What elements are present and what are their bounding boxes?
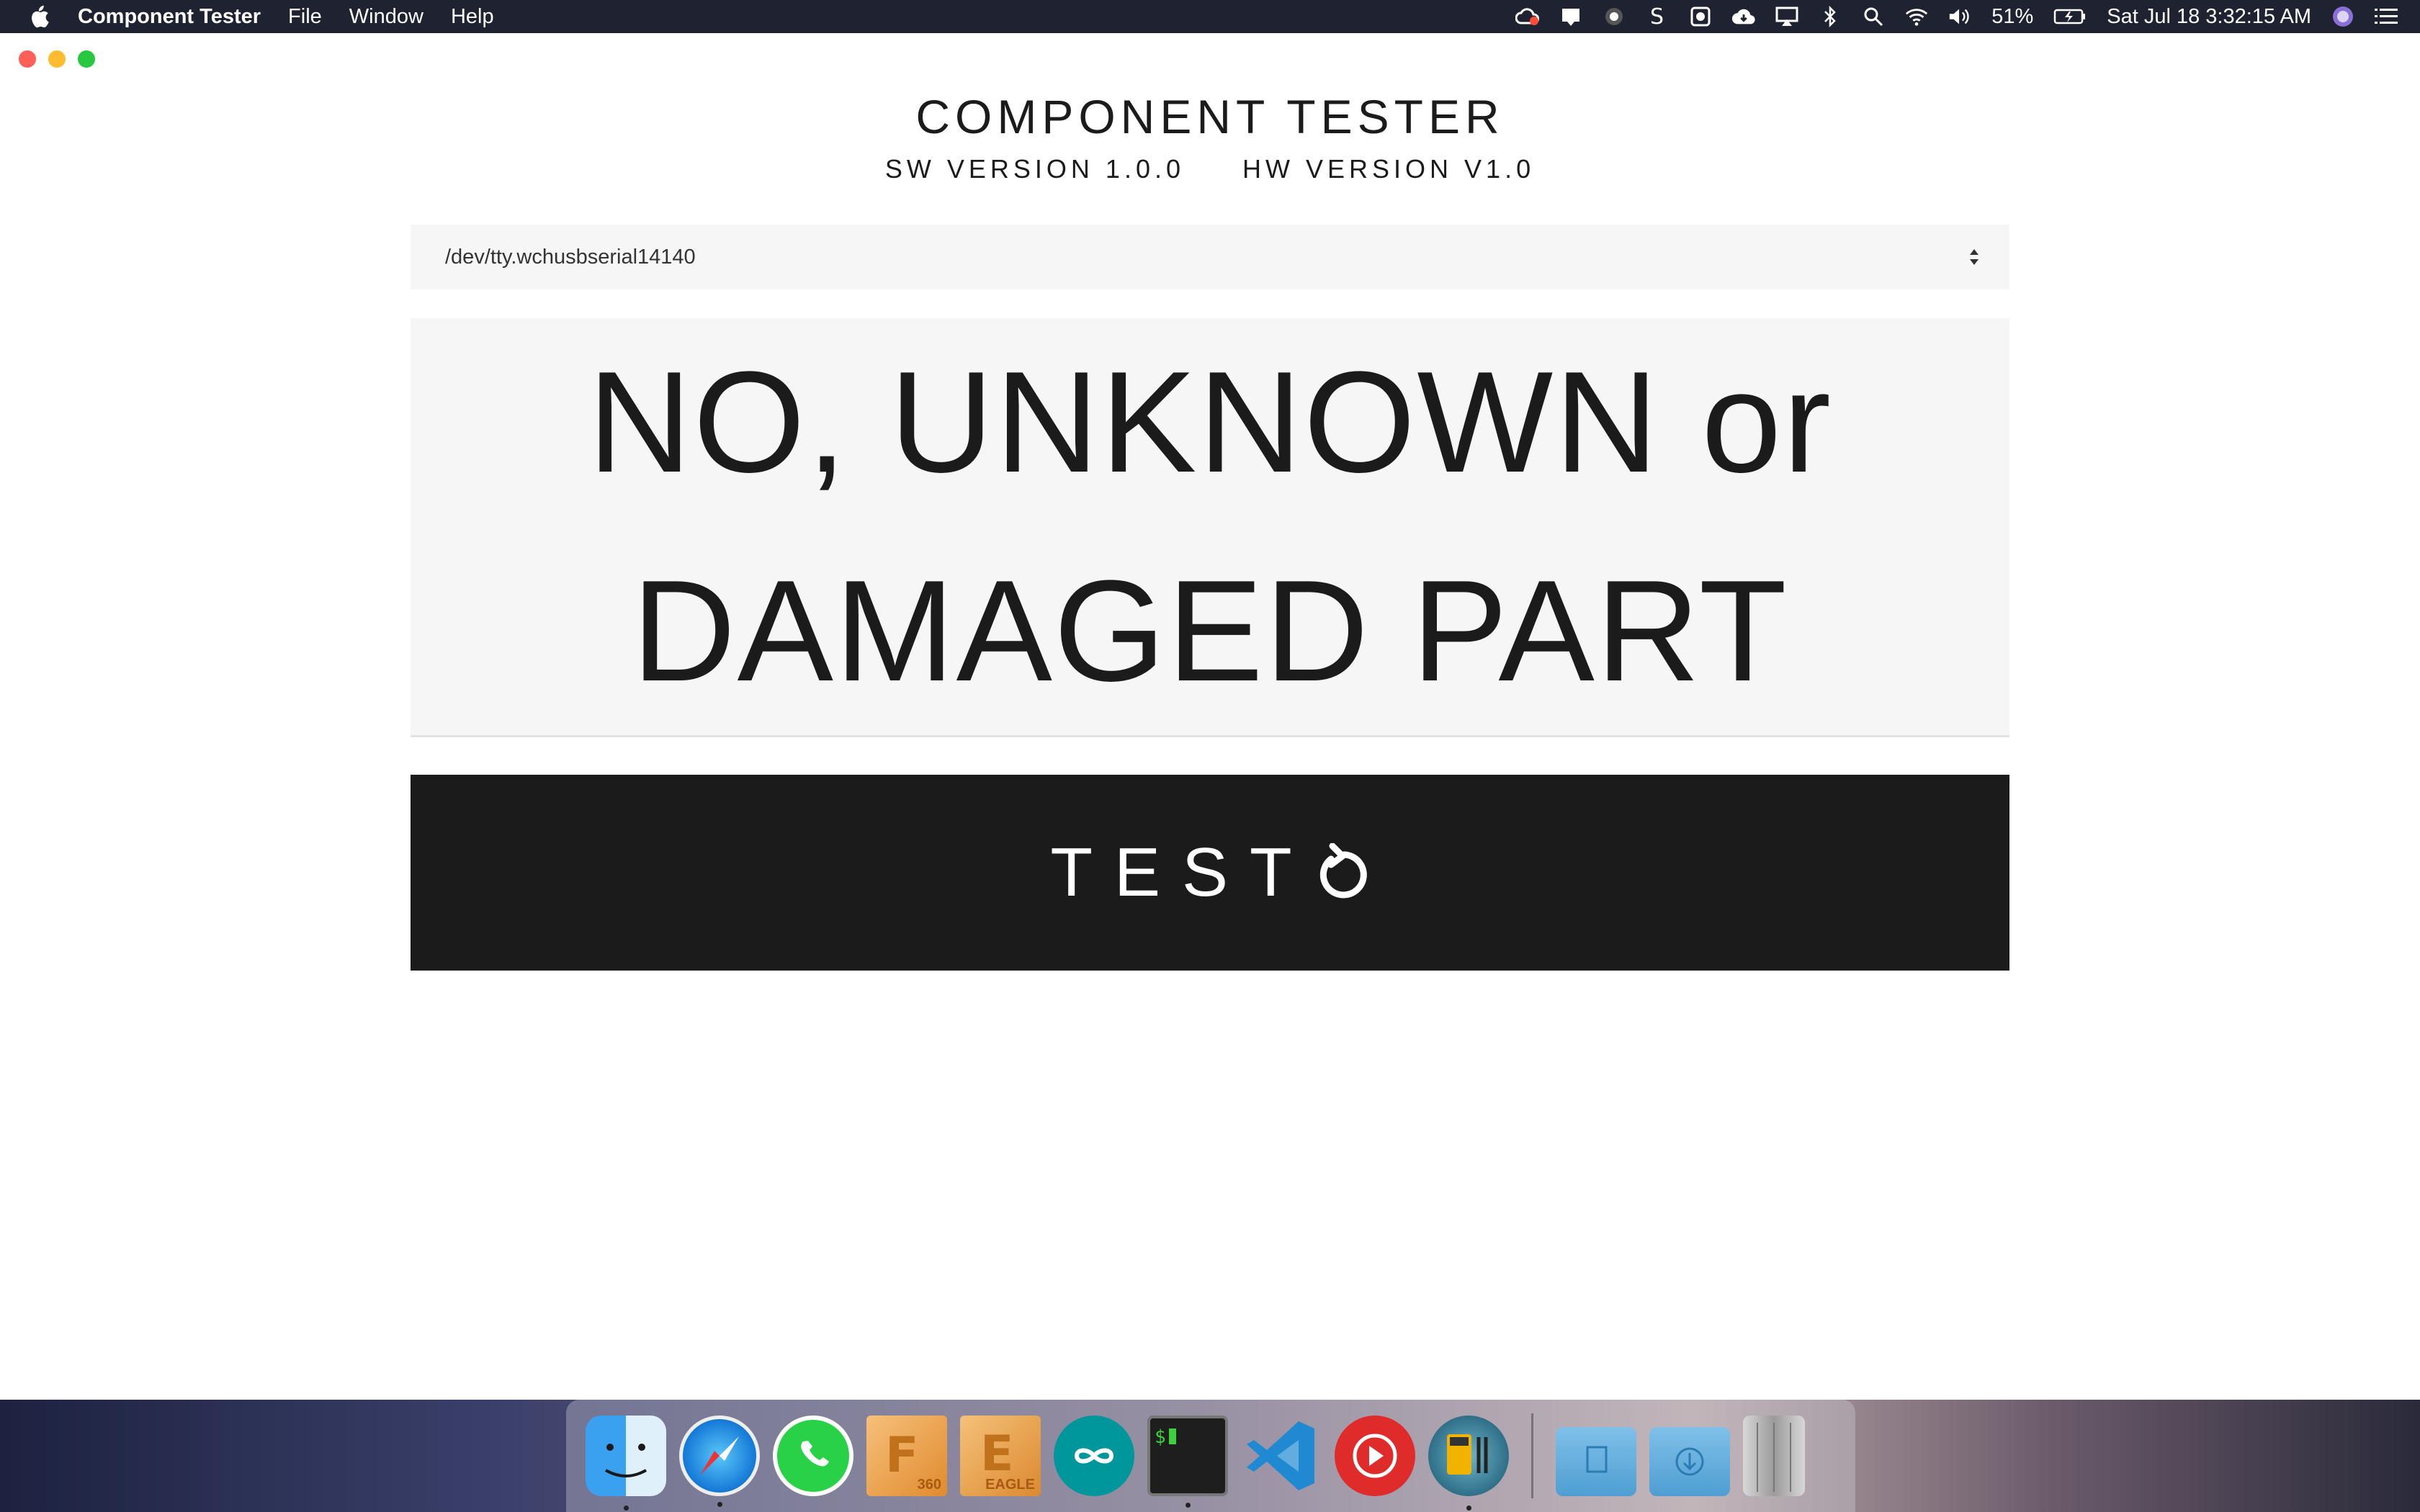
dock-whatsapp-icon[interactable] (773, 1416, 853, 1496)
serial-port-select[interactable]: /dev/tty.wchusbserial14140 (411, 225, 2009, 289)
menu-file[interactable]: File (288, 5, 322, 29)
dock-finder-icon[interactable] (586, 1416, 666, 1511)
test-button[interactable]: TEST (411, 775, 2009, 971)
fusion-badge: 360 (917, 1477, 941, 1493)
siri-icon[interactable] (2331, 4, 2355, 29)
clock[interactable]: Sat Jul 18 3:32:15 AM (2107, 5, 2311, 29)
menu-app-name[interactable]: Component Tester (78, 5, 261, 29)
svg-text:F: F (885, 1427, 918, 1484)
serial-port-value: /dev/tty.wchusbserial14140 (445, 245, 696, 269)
result-line-2: DAMAGED PART (632, 550, 1788, 711)
sw-version: SW VERSION 1.0.0 (884, 154, 1185, 184)
search-icon[interactable] (1861, 4, 1886, 29)
minimize-button[interactable] (48, 50, 66, 68)
refresh-icon (1319, 843, 1367, 899)
version-info: SW VERSION 1.0.0 HW VERSION V1.0 (0, 154, 2420, 184)
dock-documents-folder-icon[interactable] (1556, 1427, 1636, 1496)
settings-icon[interactable] (1688, 4, 1713, 29)
menu-help[interactable]: Help (451, 5, 494, 29)
result-panel: NO, UNKNOWN or DAMAGED PART (411, 318, 2009, 737)
s-icon[interactable]: S (1645, 4, 1670, 29)
maximize-button[interactable] (78, 50, 95, 68)
dock-safari-icon[interactable] (679, 1416, 760, 1507)
dock-terminal-icon[interactable]: $ (1147, 1416, 1228, 1508)
close-button[interactable] (19, 50, 36, 68)
app-window: COMPONENT TESTER SW VERSION 1.0.0 HW VER… (0, 33, 2420, 1400)
svg-text:E: E (980, 1426, 1013, 1482)
dock-vscode-icon[interactable] (1241, 1416, 1322, 1496)
wifi-icon[interactable] (1904, 4, 1929, 29)
dock-downloads-folder-icon[interactable] (1649, 1427, 1730, 1496)
test-button-label: TEST (1050, 834, 1314, 911)
dock-youtube-icon[interactable] (1335, 1416, 1415, 1496)
creative-cloud-icon[interactable] (1515, 4, 1540, 29)
app-icon[interactable] (1602, 4, 1626, 29)
menu-window[interactable]: Window (349, 5, 424, 29)
hw-version: HW VERSION V1.0 (1242, 154, 1536, 184)
eagle-badge: EAGLE (985, 1477, 1035, 1493)
notification-icon[interactable] (1559, 4, 1583, 29)
result-line-1: NO, UNKNOWN or (588, 341, 1832, 503)
dock-separator (1531, 1413, 1533, 1498)
dock-multimeter-icon[interactable] (1428, 1416, 1509, 1511)
dock-trash-icon[interactable] (1743, 1416, 1805, 1496)
svg-text:S: S (1650, 5, 1664, 28)
svg-text:$: $ (1155, 1426, 1166, 1448)
menu-bar: Component Tester File Window Help S 51% … (0, 0, 2420, 33)
dock-arduino-icon[interactable] (1054, 1416, 1134, 1496)
select-arrows-icon (1970, 249, 1978, 265)
volume-icon[interactable] (1948, 4, 1972, 29)
apple-icon[interactable] (27, 4, 50, 30)
cloud-icon[interactable] (1731, 4, 1756, 29)
airplay-icon[interactable] (1775, 4, 1799, 29)
battery-icon[interactable] (2053, 4, 2087, 29)
dock: F 360 E EAGLE $ (566, 1400, 1855, 1512)
bluetooth-icon[interactable] (1818, 4, 1842, 29)
window-controls (19, 50, 95, 68)
dock-fusion360-icon[interactable]: F 360 (866, 1416, 947, 1496)
control-center-icon[interactable] (2374, 4, 2398, 29)
app-title: COMPONENT TESTER (915, 90, 1505, 143)
battery-percent: 51% (1991, 4, 2034, 28)
dock-eagle-icon[interactable]: E EAGLE (960, 1416, 1041, 1496)
